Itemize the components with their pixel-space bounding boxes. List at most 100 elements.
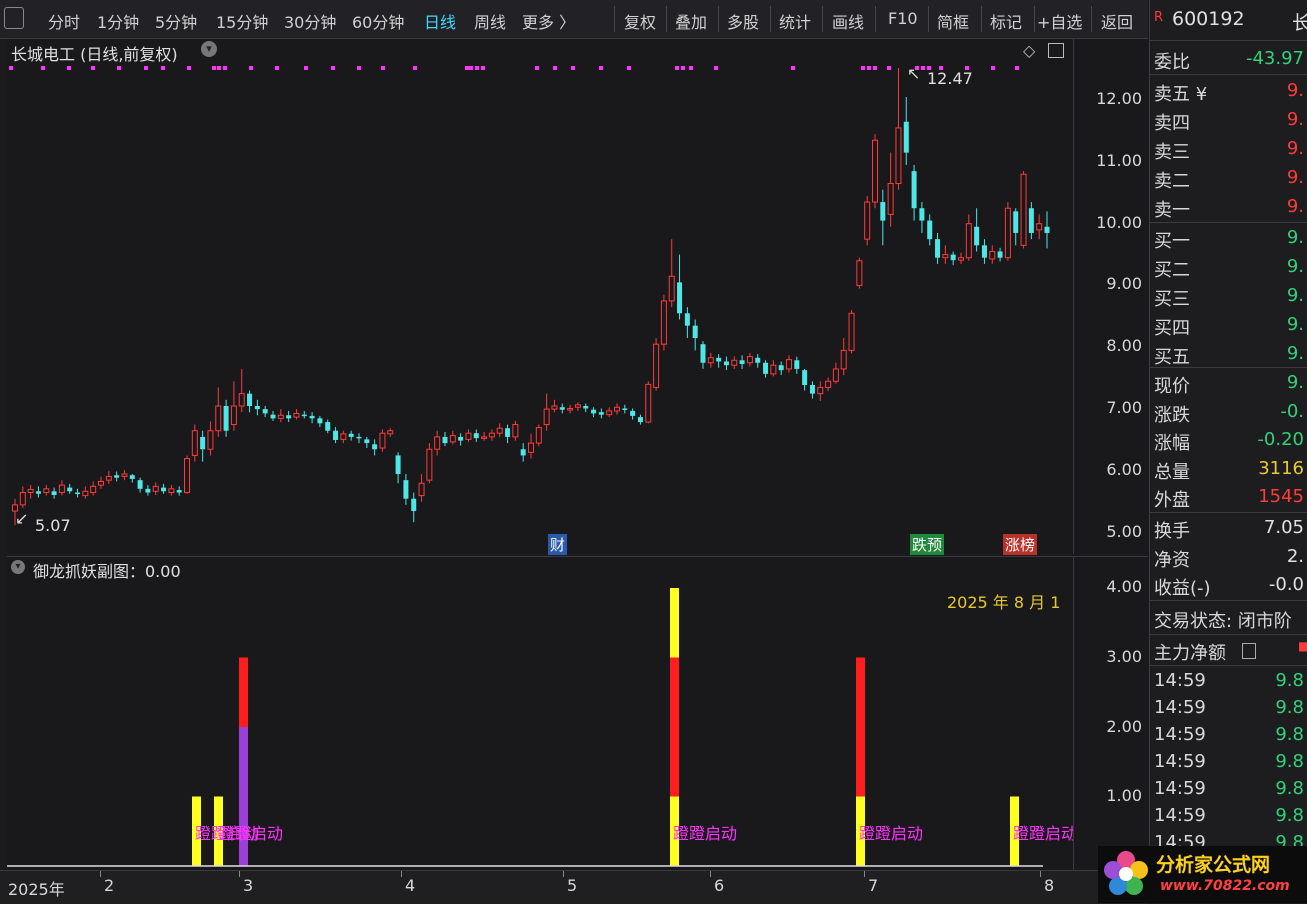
- candlestick-svg: [9, 66, 1050, 526]
- weibi-label: 委比: [1154, 52, 1190, 73]
- high-price-label: 12.47: [927, 69, 973, 88]
- tab-weekly[interactable]: 周线: [474, 9, 506, 33]
- candle-body: [630, 410, 636, 416]
- row-value: 9.8: [1275, 751, 1304, 772]
- tab-more[interactable]: 更多 〉: [522, 9, 575, 33]
- candle-body: [58, 484, 65, 494]
- fuquan-button[interactable]: 复权: [624, 9, 656, 33]
- list-icon[interactable]: [1242, 643, 1256, 659]
- candle-body: [887, 183, 894, 215]
- signal-label: 蹬蹬启动: [673, 824, 738, 843]
- indicator-bar: [239, 727, 248, 866]
- indicator-bar: [239, 657, 248, 727]
- candle-body: [591, 409, 597, 414]
- signal-dot: [144, 66, 148, 70]
- price-axis: 12.00 11.00 10.00 9.00 8.00 7.00 6.00 5.…: [1073, 39, 1148, 554]
- panel-row: 现价 9.: [1154, 370, 1304, 398]
- tab-15min[interactable]: 15分钟: [216, 9, 268, 33]
- candle-body: [817, 386, 824, 395]
- y-tick: 10.00: [1096, 213, 1142, 232]
- candle-body: [191, 430, 198, 456]
- signal-dot: [791, 66, 795, 70]
- tab-1min[interactable]: 1分钟: [97, 9, 139, 33]
- panel-row: 卖二 9.: [1154, 165, 1304, 193]
- main-force-label: 主力净额: [1154, 643, 1226, 664]
- simple-frame-button[interactable]: 简框: [937, 9, 969, 33]
- candle-body: [645, 383, 652, 423]
- candle-body: [458, 436, 464, 441]
- stats-button[interactable]: 统计: [779, 9, 811, 33]
- candle-body: [270, 414, 276, 419]
- candle-body: [395, 455, 401, 474]
- tab-30min[interactable]: 30分钟: [284, 9, 336, 33]
- candle-body: [348, 433, 354, 437]
- watermark-url: www.70822.com: [1160, 878, 1290, 894]
- watermark-logo: 分析家公式网 www.70822.com: [1098, 846, 1307, 903]
- overlay-button[interactable]: 叠加: [675, 9, 707, 33]
- rise-list-tag[interactable]: 涨榜: [1003, 534, 1038, 555]
- signal-dot: [861, 66, 865, 70]
- candle-body: [27, 488, 34, 494]
- mark-button[interactable]: 标记: [990, 9, 1022, 33]
- tab-daily[interactable]: 日线: [424, 9, 456, 33]
- candle-body: [895, 127, 902, 185]
- layout-toggle-icon[interactable]: [4, 7, 24, 29]
- candle-body: [583, 406, 589, 409]
- signal-dot: [887, 66, 891, 70]
- multi-stock-button[interactable]: 多股: [727, 9, 759, 33]
- signal-dot: [475, 66, 479, 70]
- y-tick: 7.00: [1106, 398, 1142, 417]
- trade-status: 交易状态: 闭市阶: [1154, 605, 1304, 633]
- kline-chart[interactable]: 长城电工 (日线,前复权) ▾ ◇ 12.47 ↖ 5.07 ↙ 财 跌预 涨榜: [7, 39, 1073, 555]
- row-label: 收益(-): [1154, 578, 1211, 599]
- candle-body: [637, 417, 643, 423]
- y-tick: 3.00: [1106, 647, 1142, 666]
- candle-body: [364, 439, 370, 444]
- tab-fenshi[interactable]: 分时: [48, 9, 80, 33]
- panel-row: 净资 2.: [1154, 544, 1304, 572]
- candle-body: [825, 380, 832, 388]
- signal-dot: [681, 66, 685, 70]
- add-watchlist-button[interactable]: +自选: [1037, 9, 1082, 33]
- candle-body: [152, 485, 159, 492]
- y-tick: 5.00: [1106, 522, 1142, 541]
- tab-60min[interactable]: 60分钟: [352, 9, 404, 33]
- x-tick-label: 2: [104, 876, 115, 895]
- candle-body: [614, 406, 620, 412]
- r-badge-icon: R: [1154, 10, 1164, 25]
- indicator-chart[interactable]: ▾ 御龙抓妖副图：0.00 2025 年 8 月 1 蹬蹬启动 蹬蹬启动 蹬蹬启…: [7, 556, 1073, 870]
- finance-tag[interactable]: 财: [548, 534, 568, 555]
- panel-row: 14:59 9.8: [1154, 803, 1304, 831]
- row-label: 涨幅: [1154, 433, 1190, 454]
- drop-warning-tag[interactable]: 跌预: [910, 534, 945, 555]
- main-force-row[interactable]: 主力净额 ■: [1154, 637, 1307, 665]
- x-tick-label: 7: [868, 876, 879, 895]
- row-value: 9.8: [1275, 670, 1304, 691]
- candle-body: [958, 257, 964, 261]
- y-tick: 11.00: [1096, 151, 1142, 170]
- row-label: 买五: [1154, 347, 1190, 368]
- x-tick-label: 3: [243, 876, 254, 895]
- watermark-title: 分析家公式网: [1156, 854, 1271, 876]
- panel-row: 14:59 9.8: [1154, 695, 1304, 723]
- draw-line-button[interactable]: 画线: [832, 9, 864, 33]
- back-button[interactable]: 返回: [1101, 9, 1133, 33]
- candle-body: [387, 430, 394, 435]
- row-label: 涨跌: [1154, 404, 1190, 426]
- candle-body: [716, 357, 722, 362]
- row-label: 卖一: [1154, 200, 1190, 221]
- row-label: 卖二: [1154, 171, 1190, 192]
- panel-row: 买三 9.: [1154, 283, 1304, 311]
- tab-5min[interactable]: 5分钟: [155, 9, 197, 33]
- y-tick: 1.00: [1106, 786, 1142, 805]
- y-tick: 9.00: [1106, 274, 1142, 293]
- candle-body: [622, 408, 628, 410]
- candle-body: [512, 424, 519, 438]
- signal-label: 蹬蹬启动: [219, 824, 284, 843]
- stock-header[interactable]: R 600192 长: [1154, 6, 1307, 36]
- flower-logo-icon: [1104, 851, 1148, 895]
- candle-body: [426, 448, 433, 481]
- weibi-value: -43.97: [1245, 48, 1304, 69]
- row-label: 卖三: [1154, 142, 1190, 163]
- f10-button[interactable]: F10: [888, 9, 918, 28]
